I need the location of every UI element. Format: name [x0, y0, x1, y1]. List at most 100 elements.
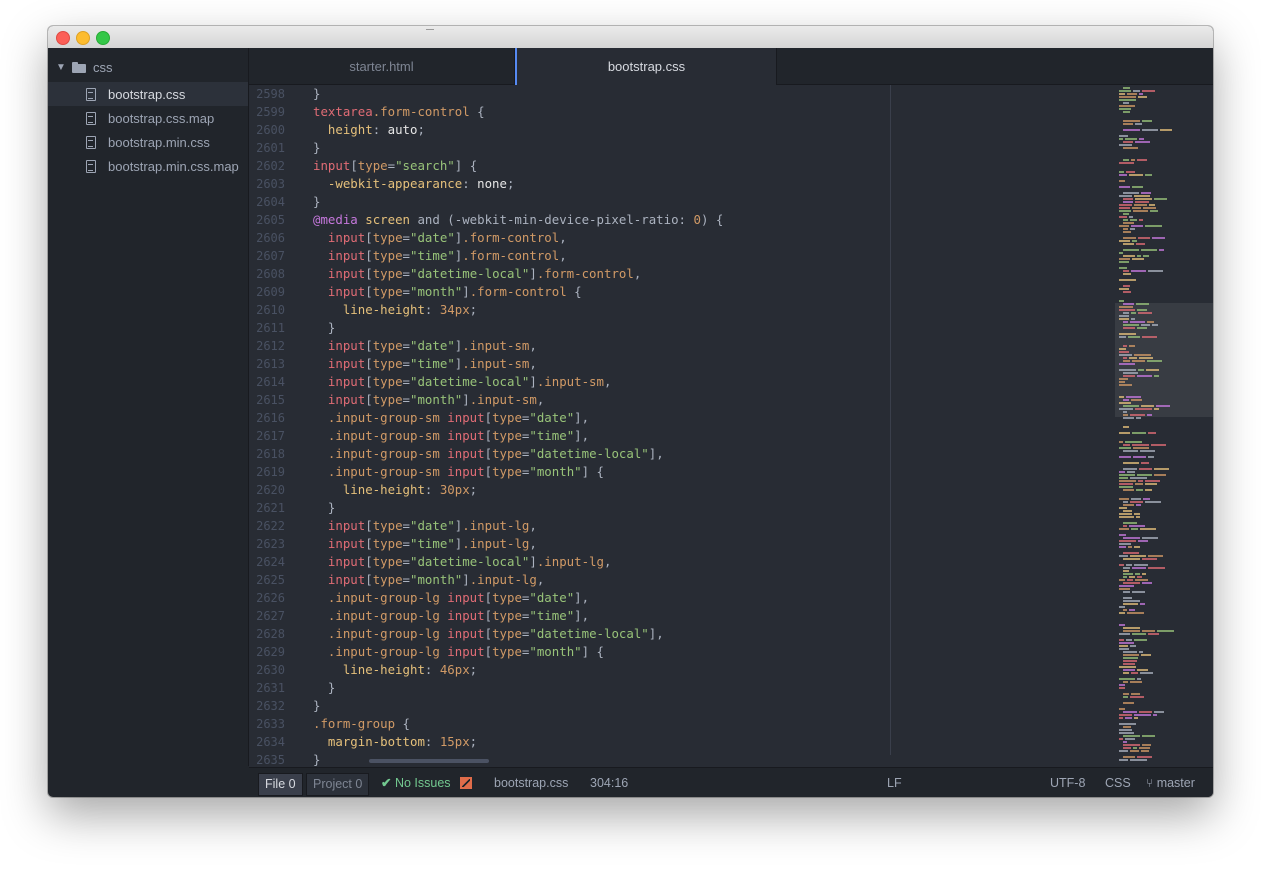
tree-folder-css[interactable]: ▼ css	[48, 52, 248, 82]
code-line[interactable]: .input-group-lg input[type="date"],	[313, 589, 589, 607]
code-line[interactable]: .input-group-sm input[type="datetime-loc…	[313, 445, 664, 463]
minimize-window-button[interactable]	[76, 31, 90, 45]
code-line[interactable]: }	[313, 193, 320, 211]
cursor-position[interactable]: 304:16	[590, 768, 628, 797]
code-line[interactable]: input[type="time"].form-control,	[313, 247, 567, 265]
tree-file-item[interactable]: bootstrap.css.map	[48, 106, 248, 130]
code-line[interactable]: margin-bottom: 15px;	[313, 733, 477, 751]
minimap-line	[1119, 225, 1129, 227]
code-line[interactable]: line-height: 46px;	[313, 661, 477, 679]
code-line[interactable]: -webkit-appearance: none;	[313, 175, 515, 193]
minimap-line	[1133, 456, 1146, 458]
code-editor[interactable]: 2598 2599 2600 2601 2602 2603 2604 2605 2606 2607…	[249, 85, 1213, 767]
code-token: {	[469, 104, 485, 119]
line-number: 2634	[256, 735, 285, 749]
code-line[interactable]: @media screen and (-webkit-min-device-pi…	[313, 211, 723, 229]
horizontal-scrollbar[interactable]	[369, 759, 489, 763]
minimap-line	[1132, 186, 1143, 188]
minimap-line	[1123, 669, 1135, 671]
grammar[interactable]: CSS	[1105, 768, 1131, 797]
code-token: ]	[529, 266, 537, 281]
minimap-line	[1142, 735, 1155, 737]
code-line[interactable]: input[type="datetime-local"].input-lg,	[313, 553, 612, 571]
code-token: "time"	[529, 608, 575, 623]
code-line[interactable]: line-height: 34px;	[313, 301, 477, 319]
minimap-line	[1119, 369, 1136, 371]
code-token: ] {	[581, 644, 604, 659]
minimap-line	[1129, 174, 1143, 176]
code-token: "date"	[410, 338, 455, 353]
line-number: 2620	[256, 483, 285, 497]
code-line[interactable]: input[type="datetime-local"].form-contro…	[313, 265, 641, 283]
encoding[interactable]: UTF-8	[1050, 768, 1085, 797]
code-line[interactable]: }	[313, 85, 320, 103]
code-token: input	[327, 284, 366, 299]
code-line[interactable]: }	[313, 499, 335, 517]
code-line[interactable]: input[type="time"].input-sm,	[313, 355, 537, 373]
code-line[interactable]: input[type="date"].input-sm,	[313, 337, 537, 355]
code-line[interactable]: input[type="search"] {	[313, 157, 477, 175]
code-line[interactable]: }	[313, 697, 320, 715]
minimap-line	[1123, 660, 1137, 662]
code-line[interactable]: textarea.form-control {	[313, 103, 485, 121]
minimap-line	[1142, 120, 1152, 122]
code-line[interactable]: .input-group-sm input[type="time"],	[313, 427, 589, 445]
code-line[interactable]: line-height: 30px;	[313, 481, 477, 499]
code-line[interactable]: height: auto;	[313, 121, 425, 139]
code-token: type	[372, 554, 403, 569]
code-line[interactable]: }	[313, 319, 335, 337]
editor-window: ▼ css bootstrap.css bootstrap.css.map boot…	[48, 26, 1213, 797]
code-line[interactable]: input[type="month"].input-lg,	[313, 571, 544, 589]
code-line[interactable]: .input-group-sm input[type="month"] {	[313, 463, 604, 481]
minimap-line	[1135, 408, 1152, 410]
minimap-line	[1119, 516, 1134, 518]
close-window-button[interactable]	[56, 31, 70, 45]
code-line[interactable]: input[type="month"].form-control {	[313, 283, 582, 301]
tree-file-item[interactable]: bootstrap.css	[48, 82, 248, 106]
maximize-window-button[interactable]	[96, 31, 110, 45]
code-line[interactable]: .input-group-lg input[type="time"],	[313, 607, 589, 625]
code-line[interactable]: .input-group-lg input[type="datetime-loc…	[313, 625, 664, 643]
code-line[interactable]: }	[313, 679, 335, 697]
minimap-line	[1142, 582, 1152, 584]
code-line[interactable]: input[type="date"].input-lg,	[313, 517, 537, 535]
minimap[interactable]	[1115, 85, 1213, 767]
minimap-line	[1148, 567, 1165, 569]
minimap-line	[1135, 483, 1143, 485]
status-filename[interactable]: bootstrap.css	[494, 768, 568, 797]
line-number: 2599	[256, 105, 285, 119]
line-ending[interactable]: LF	[887, 768, 902, 797]
code-token: ,	[633, 266, 642, 281]
file-issues-tab[interactable]: File 0	[258, 773, 303, 796]
code-line[interactable]: .input-group-lg input[type="month"] {	[313, 643, 604, 661]
git-branch[interactable]: ⑂ master	[1146, 768, 1195, 797]
minimap-line	[1119, 555, 1128, 557]
code-line[interactable]: input[type="datetime-local"].input-sm,	[313, 373, 612, 391]
tab-starter-html[interactable]: starter.html	[249, 48, 515, 84]
minimap-line	[1127, 612, 1144, 614]
code-line[interactable]: }	[313, 139, 320, 157]
code-line[interactable]: .form-group {	[313, 715, 410, 733]
tab-bootstrap-css[interactable]: bootstrap.css	[515, 48, 777, 85]
code-token: screen	[365, 212, 410, 227]
code-line[interactable]: }	[313, 751, 320, 767]
code-line[interactable]: input[type="month"].input-sm,	[313, 391, 544, 409]
linter-icon[interactable]	[460, 777, 472, 789]
minimap-line	[1130, 414, 1145, 416]
tree-file-item[interactable]: bootstrap.min.css.map	[48, 154, 248, 178]
code-token: input	[327, 572, 366, 587]
project-issues-tab[interactable]: Project 0	[306, 773, 370, 796]
code-line[interactable]: .input-group-sm input[type="date"],	[313, 409, 589, 427]
code-token: input	[447, 590, 485, 605]
tree-file-item[interactable]: bootstrap.min.css	[48, 130, 248, 154]
minimap-line	[1131, 528, 1138, 530]
code-line[interactable]: input[type="date"].form-control,	[313, 229, 567, 247]
code-line[interactable]: input[type="time"].input-lg,	[313, 535, 537, 553]
minimap-line	[1119, 723, 1136, 725]
line-number: 2609	[256, 285, 285, 299]
code-token: "datetime-local"	[529, 446, 649, 461]
linter-status[interactable]: ✔ No Issues	[381, 768, 451, 797]
code-token: ],	[574, 608, 590, 623]
minimap-line	[1123, 324, 1139, 326]
